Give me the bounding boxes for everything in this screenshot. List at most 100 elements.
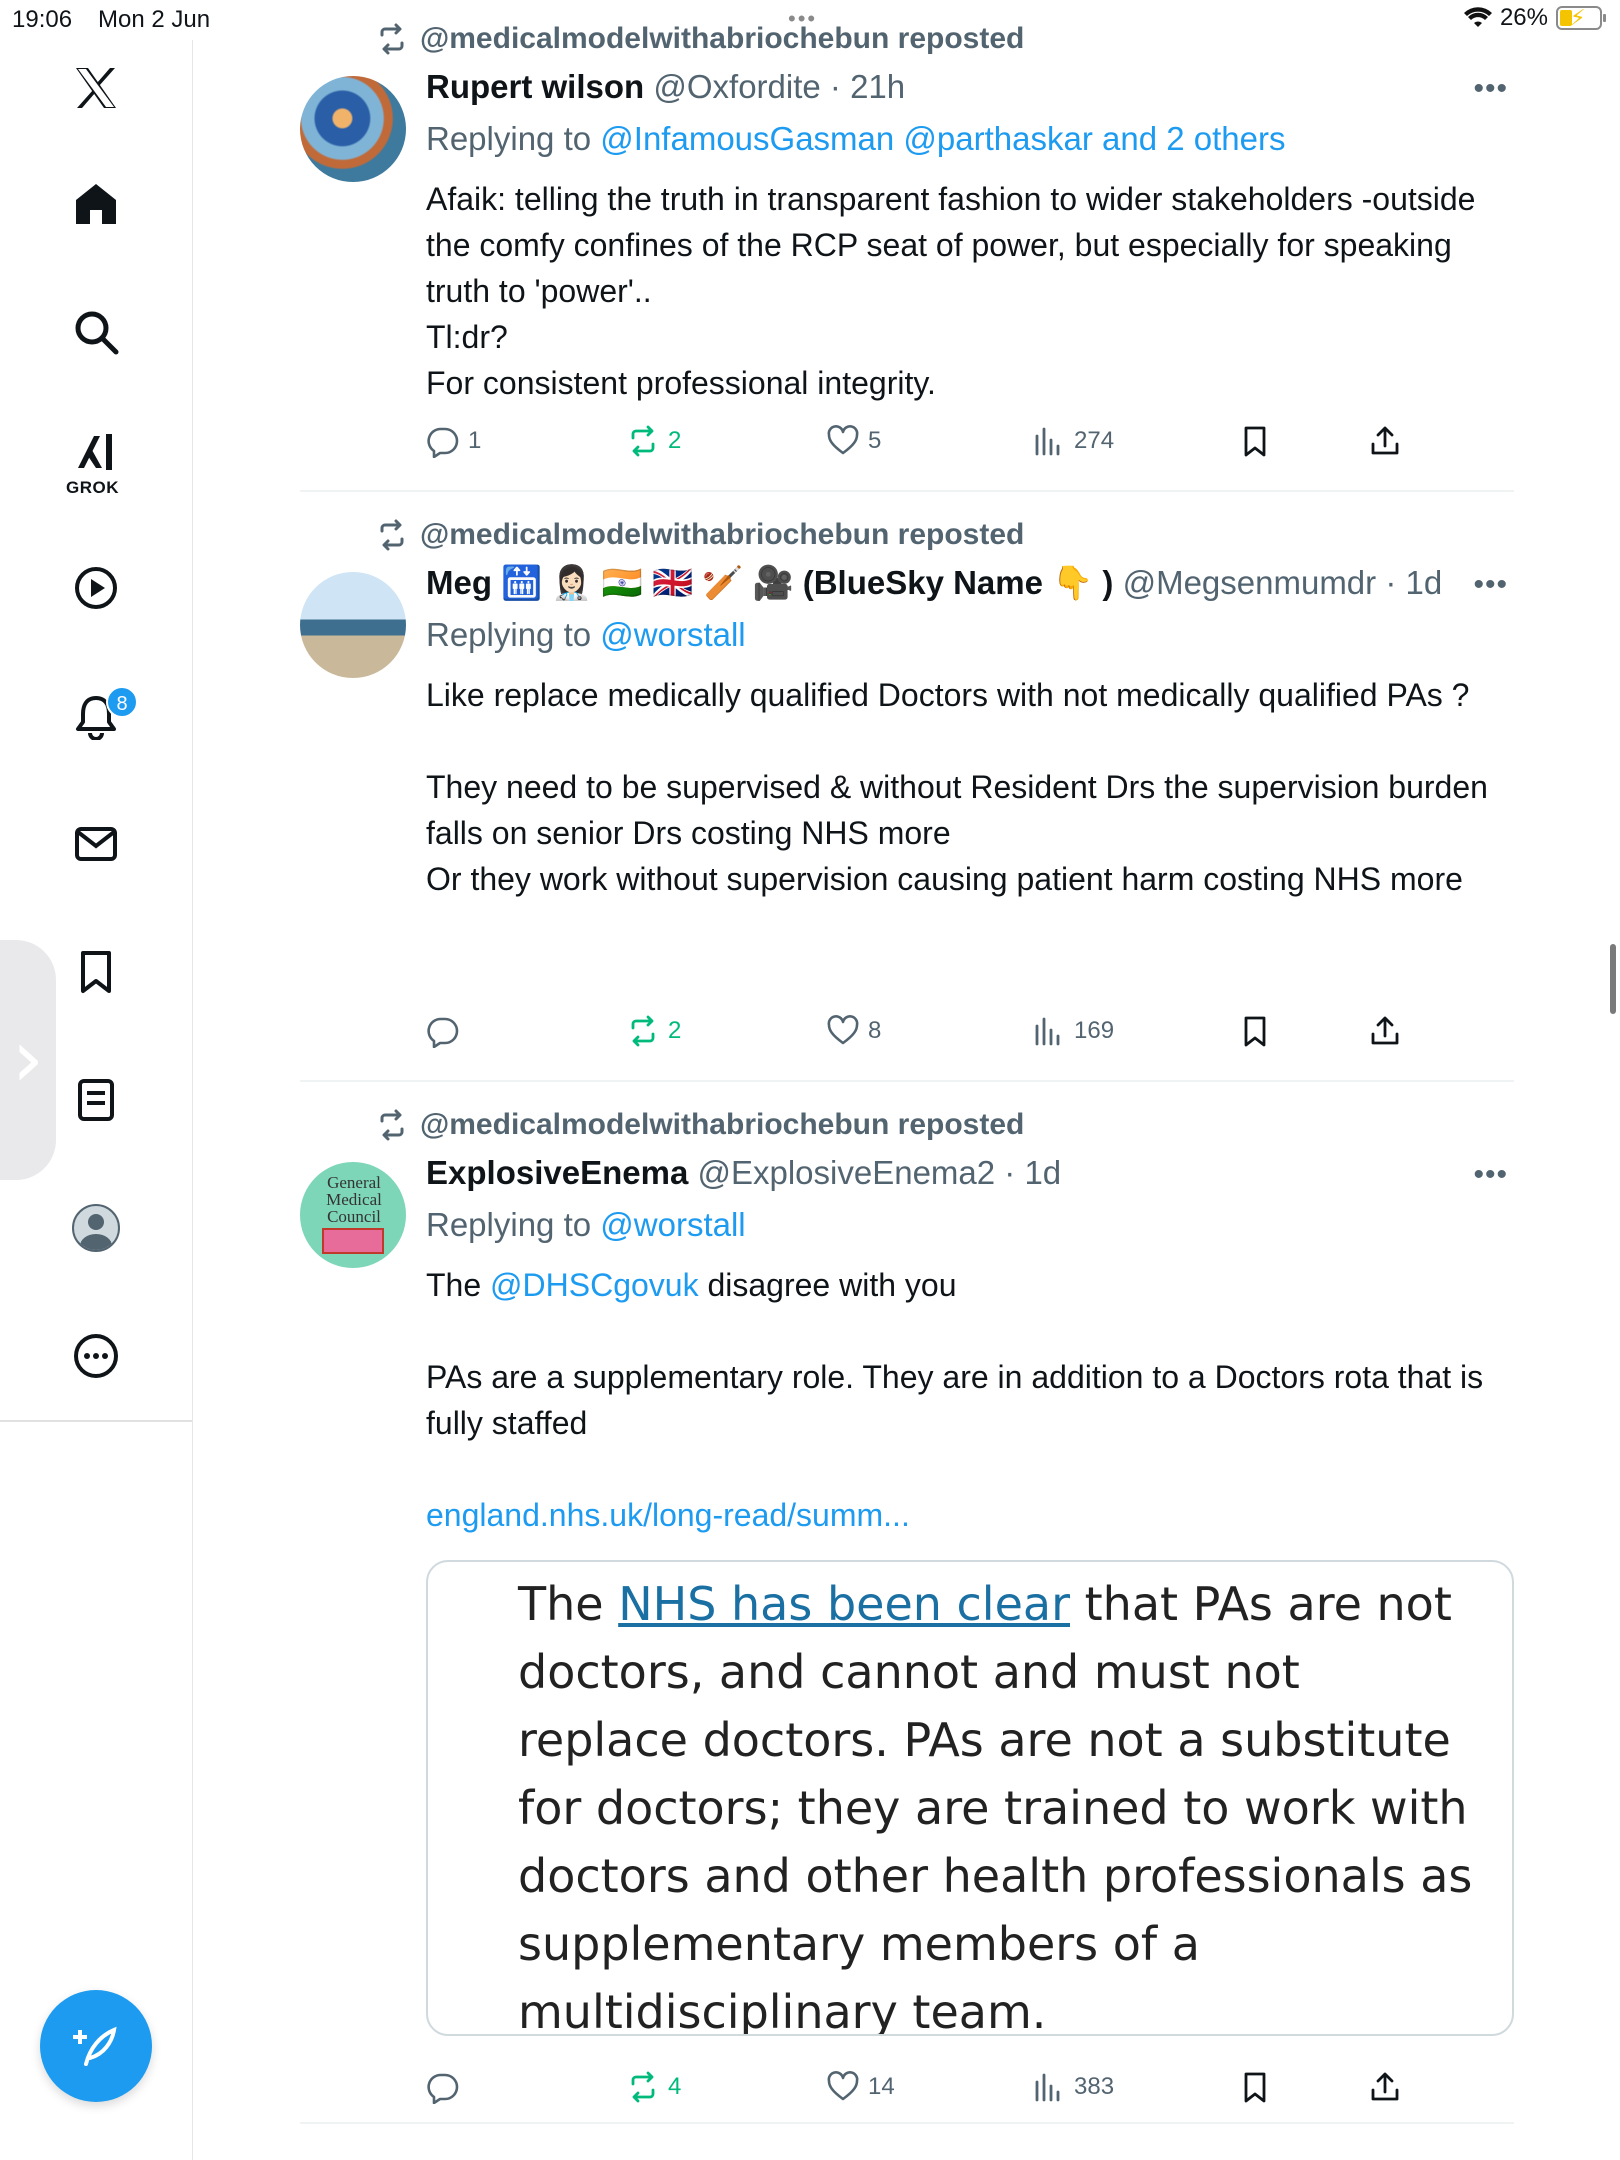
handle[interactable]: @Oxfordite	[653, 68, 820, 105]
replying-prefix: Replying to	[426, 120, 592, 157]
body-line: Like replace medically qualified Doctors…	[426, 677, 1470, 713]
body-line: PAs are a supplementary role. They are i…	[426, 1359, 1484, 1441]
repost-header: @medicalmodelwithabriochebun reposted	[376, 518, 1024, 552]
bookmark-button[interactable]	[1238, 1014, 1272, 1048]
body-line: Tl:dr?	[426, 319, 508, 355]
views-button[interactable]: 169	[1032, 1014, 1114, 1048]
body-line: The @DHSCgovuk disagree with you	[426, 1262, 1506, 1308]
view-count: 383	[1074, 2073, 1115, 2100]
body-line: For consistent professional integrity.	[426, 365, 936, 401]
external-link[interactable]: england.nhs.uk/long-read/summ...	[426, 1492, 1506, 1538]
repost-text: @medicalmodelwithabriochebun reposted	[420, 518, 1025, 551]
replying-to: Replying to @worstall	[426, 616, 746, 654]
repost-count: 4	[668, 2073, 682, 2100]
like-button[interactable]: 5	[826, 424, 881, 458]
x-logo-icon[interactable]	[48, 40, 144, 136]
avatar[interactable]	[300, 572, 406, 678]
share-button[interactable]	[1368, 1014, 1402, 1048]
side-drawer-handle[interactable]	[0, 940, 56, 1180]
more-options-icon[interactable]	[48, 1308, 144, 1404]
bookmark-icon	[1244, 426, 1266, 457]
reply-icon	[427, 2073, 459, 2104]
reply-button[interactable]: 1	[426, 424, 481, 458]
more-options-icon[interactable]: •••	[1473, 72, 1508, 106]
share-button[interactable]	[1368, 424, 1402, 458]
status-date: Mon 2 Jun	[98, 6, 211, 33]
action-bar: 2 8 169	[426, 1014, 1426, 1054]
timestamp[interactable]: · 1d	[1385, 564, 1442, 601]
tweet-body: Like replace medically qualified Doctors…	[426, 672, 1506, 902]
mention-link[interactable]: @DHSCgovuk	[490, 1267, 699, 1303]
timestamp[interactable]: · 1d	[1004, 1154, 1061, 1191]
tweet-body: The @DHSCgovuk disagree with you PAs are…	[426, 1262, 1506, 1538]
share-icon	[1371, 426, 1399, 455]
body-line: Afaik: telling the truth in transparent …	[426, 181, 1476, 309]
action-bar: 4 14 383	[426, 2070, 1426, 2110]
repost-icon	[631, 1015, 655, 1047]
replying-targets[interactable]: @InfamousGasman @parthaskar and 2 others	[600, 120, 1285, 157]
share-button[interactable]	[1368, 2070, 1402, 2104]
handle[interactable]: @Megsenmumdr	[1123, 564, 1377, 601]
repost-header: @medicalmodelwithabriochebun reposted	[376, 1108, 1024, 1142]
bookmark-button[interactable]	[1238, 424, 1272, 458]
avatar[interactable]: General Medical Council	[300, 1162, 406, 1268]
reply-icon	[427, 427, 459, 458]
compose-post-button[interactable]	[40, 1990, 152, 2102]
reply-icon	[427, 1017, 459, 1048]
home-icon[interactable]	[48, 156, 144, 252]
repost-button[interactable]: 4	[626, 2070, 681, 2104]
bookmark-button[interactable]	[1238, 2070, 1272, 2104]
replying-targets[interactable]: @worstall	[600, 616, 745, 653]
views-chart-icon	[1035, 1017, 1060, 1046]
display-name[interactable]: Rupert wilson	[426, 68, 644, 105]
repost-icon	[631, 2071, 655, 2103]
repost-button[interactable]: 2	[626, 424, 681, 458]
repost-icon	[380, 23, 404, 55]
profile-avatar[interactable]	[48, 1180, 144, 1276]
like-button[interactable]: 8	[826, 1014, 881, 1048]
quote-text: that PAs are not doctors, and cannot and…	[518, 1577, 1473, 2036]
reply-button[interactable]	[426, 2070, 468, 2104]
body-line: They need to be supervised & without Res…	[426, 769, 1488, 851]
handle[interactable]: @ExplosiveEnema2	[697, 1154, 995, 1191]
repost-icon	[380, 519, 404, 551]
heart-icon	[827, 425, 859, 455]
bookmark-icon	[1244, 1016, 1266, 1047]
bookmarks-icon[interactable]	[48, 924, 144, 1020]
wifi-icon	[1463, 7, 1492, 28]
link-preview-card[interactable]: The NHS has been clear that PAs are not …	[426, 1560, 1514, 2036]
timestamp[interactable]: · 21h	[830, 68, 905, 105]
avatar-text: General Medical Council	[326, 1173, 382, 1226]
repost-count: 2	[668, 1017, 682, 1044]
repost-button[interactable]: 2	[626, 1014, 681, 1048]
lists-icon[interactable]	[48, 1052, 144, 1148]
views-button[interactable]: 274	[1032, 424, 1114, 458]
display-name[interactable]: Meg 🛗 👩🏻‍⚕️ 🇮🇳 🇬🇧 🏏 🎥 (BlueSky Name 👇 )	[426, 564, 1113, 601]
heart-icon	[827, 1015, 859, 1045]
like-count: 8	[868, 1017, 882, 1044]
repost-header: @medicalmodelwithabriochebun reposted	[376, 22, 1024, 56]
share-icon	[1371, 2072, 1399, 2101]
like-button[interactable]: 14	[826, 2070, 895, 2104]
action-bar: 1 2 5 274	[426, 424, 1426, 464]
grok-label: GROK	[66, 478, 119, 497]
reply-button[interactable]	[426, 1014, 468, 1048]
battery-percentage: 26%	[1499, 4, 1548, 31]
display-name[interactable]: ExplosiveEnema	[426, 1154, 688, 1191]
messages-envelope-icon[interactable]	[48, 796, 144, 892]
body-line: Or they work without supervision causing…	[426, 861, 1463, 897]
avatar[interactable]	[300, 76, 406, 182]
more-options-icon[interactable]: •••	[1473, 568, 1508, 602]
views-button[interactable]: 383	[1032, 2070, 1114, 2104]
quote-link[interactable]: NHS has been clear	[618, 1577, 1070, 1631]
replying-targets[interactable]: @worstall	[600, 1206, 745, 1243]
heart-icon	[827, 2071, 859, 2101]
like-count: 14	[868, 2073, 895, 2100]
search-icon[interactable]	[48, 284, 144, 380]
tweet-body: Afaik: telling the truth in transparent …	[426, 176, 1506, 406]
more-options-icon[interactable]: •••	[1473, 1158, 1508, 1192]
view-count: 169	[1074, 1017, 1115, 1044]
scrollbar[interactable]	[1610, 944, 1616, 1014]
reply-count: 1	[468, 427, 482, 454]
video-play-icon[interactable]	[48, 540, 144, 636]
